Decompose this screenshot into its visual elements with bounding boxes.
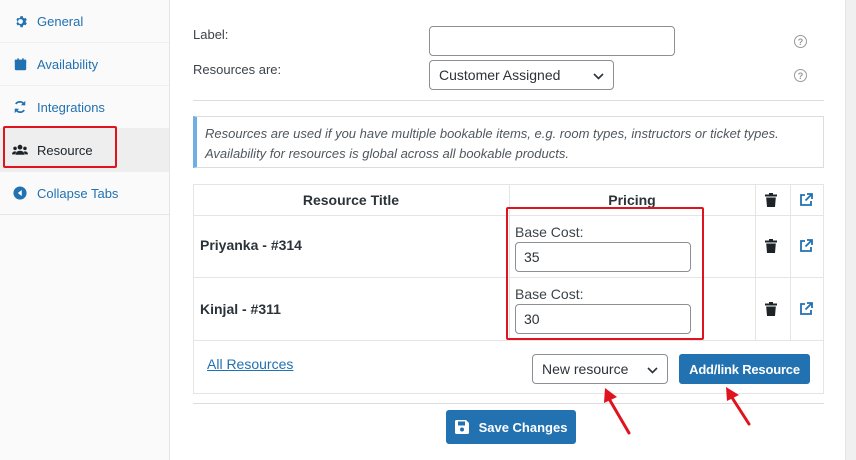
tab-label: General <box>37 13 84 29</box>
tab-integrations[interactable]: Integrations <box>0 86 169 129</box>
resource-title: Kinjal - #311 <box>200 301 281 317</box>
new-resource-select[interactable]: New resource <box>532 354 668 384</box>
gear-icon <box>12 13 28 29</box>
tab-label: Collapse Tabs <box>37 185 119 201</box>
tab-collapse[interactable]: Collapse Tabs <box>0 172 169 215</box>
tab-availability[interactable]: Availability <box>0 43 169 86</box>
calendar-icon <box>12 56 28 72</box>
resources-are-value: Customer Assigned <box>439 67 561 83</box>
trash-icon <box>763 192 779 208</box>
trash-icon[interactable] <box>763 238 779 254</box>
collapse-icon <box>12 185 28 201</box>
new-resource-value: New resource <box>542 361 629 377</box>
label-field-label: Label: <box>193 27 229 42</box>
label-input[interactable] <box>429 26 675 56</box>
annotation-highlight-box <box>506 207 704 340</box>
tab-label: Integrations <box>37 99 105 115</box>
resources-are-select[interactable]: Customer Assigned <box>429 60 614 90</box>
help-icon[interactable]: ? <box>794 35 807 48</box>
external-link-icon[interactable] <box>798 238 814 254</box>
save-icon <box>454 420 469 434</box>
add-link-resource-button[interactable]: Add/link Resource <box>679 354 810 384</box>
column-header-resource-title: Resource Title <box>302 192 400 208</box>
info-notice: Resources are used if you have multiple … <box>193 116 824 168</box>
annotation-highlight-box <box>3 126 117 168</box>
chevron-down-icon <box>593 67 604 83</box>
product-data-tabs: General Availability Integrations Resour… <box>0 0 170 460</box>
trash-icon[interactable] <box>763 301 779 317</box>
resource-title: Priyanka - #314 <box>200 237 302 253</box>
scroll-edge <box>845 0 856 460</box>
save-label: Save Changes <box>478 419 568 435</box>
tab-label: Availability <box>37 56 99 72</box>
tab-general[interactable]: General <box>0 0 169 43</box>
chevron-down-icon <box>647 361 658 377</box>
help-icon[interactable]: ? <box>794 69 807 82</box>
sync-icon <box>12 99 28 115</box>
divider <box>193 403 824 404</box>
column-header-pricing: Pricing <box>608 192 656 208</box>
resources-are-label: Resources are: <box>193 62 282 77</box>
divider <box>193 100 824 101</box>
save-changes-button[interactable]: Save Changes <box>446 410 576 444</box>
external-link-icon[interactable] <box>798 301 814 317</box>
external-link-icon <box>798 192 814 208</box>
all-resources-link[interactable]: All Resources <box>207 356 293 372</box>
